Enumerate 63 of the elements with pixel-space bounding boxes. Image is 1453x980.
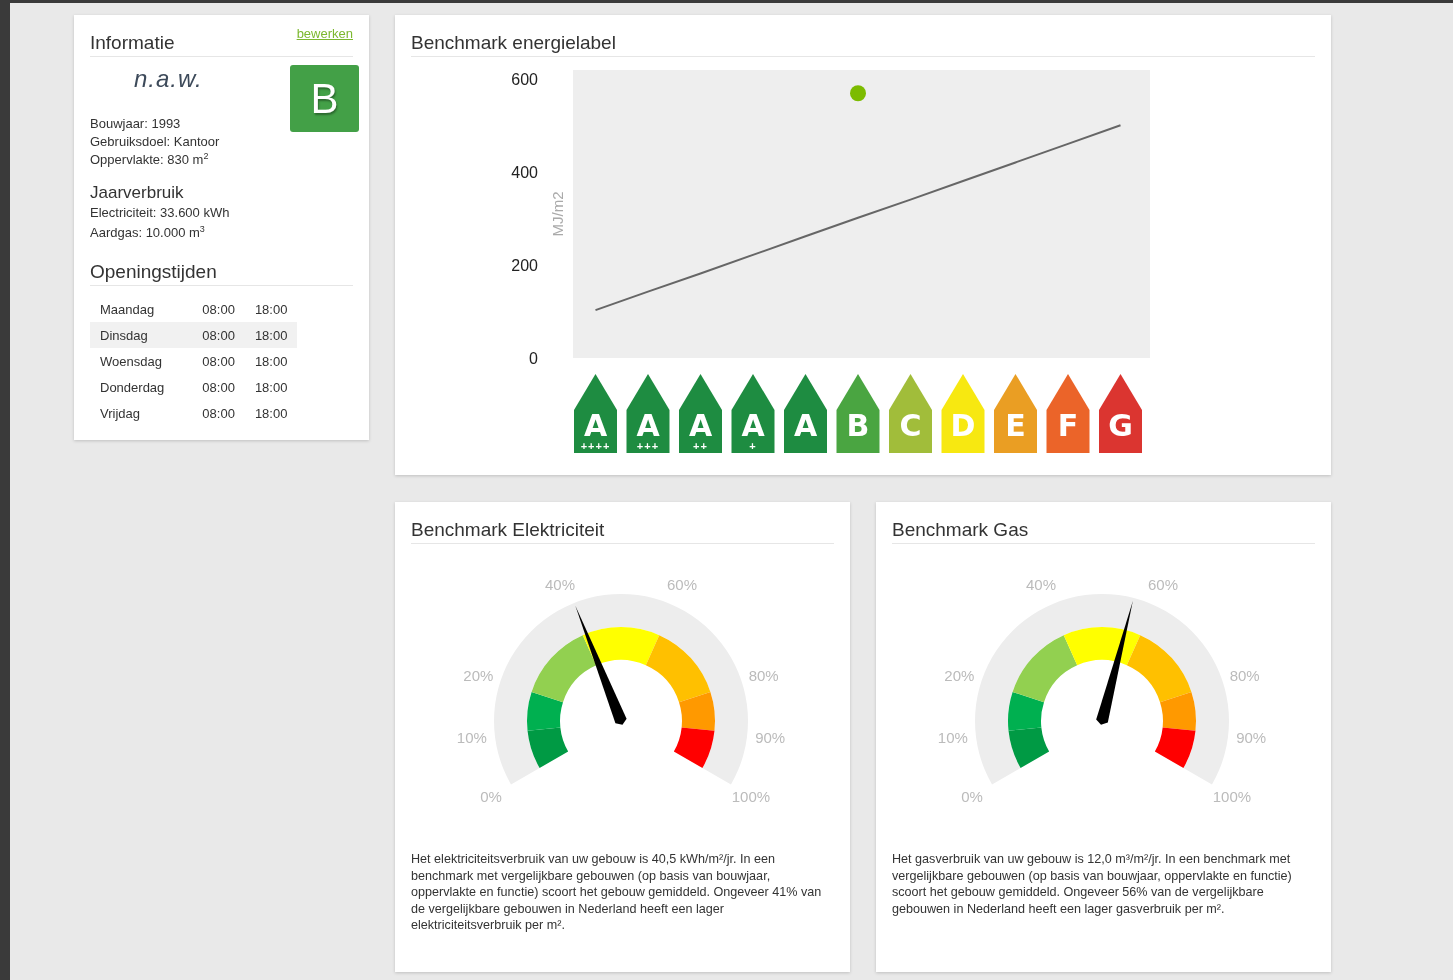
gauge-tick-label: 10% (937, 728, 968, 746)
time-cell: 18:00 (254, 327, 288, 343)
time-cell: 18:00 (254, 301, 288, 317)
energy-label-arrow: A (784, 374, 827, 453)
benchmark-description: Het gasverbruik van uw gebouw is 12,0 m³/m²/jr. In een benchmark met vergelijkbare gebouwen (op basis van bouwjaar, oppervlakte en functie) scoort het gebouw gemiddeld. Ongeveer 56% van de vergelijkbare gebouwen in Nederland heeft een lager gasverbruik per m². (892, 851, 1293, 918)
benchmark-description: Het elektriciteitsverbruik van uw gebouw is 40,5 kWh/m²/jr. In een benchmark met vergelijkbare gebouwen (op basis van bouwjaar, oppervlakte en functie) scoort het gebouw gemiddeld. Ongeveer 41% van de vergelijkbare gebouwen in Nederland heeft een lager elektriciteitsverbruik per m². (411, 851, 823, 934)
energy-label-arrow: D (941, 374, 985, 453)
usage-text: Aardgas: 10.000 m$^{3}$ (90, 223, 205, 242)
edit-link[interactable]: bewerken (296, 26, 353, 41)
energy-label-arrow: A +++ (626, 374, 670, 453)
day-cell: Dinsdag (100, 327, 148, 343)
detail-text: Oppervlakte: 830 m$^{2}$ (90, 151, 209, 169)
time-cell: 08:00 (202, 327, 235, 343)
card-title: Benchmark energielabel (411, 32, 616, 54)
energy-label-arrow: G (1099, 374, 1142, 453)
gauge-tick-label: 80% (748, 666, 779, 684)
gauge-tick-label: 40% (544, 575, 575, 593)
gauge-tick-label: 0% (480, 788, 502, 805)
time-cell: 08:00 (202, 301, 235, 317)
gauge-tick-label: 100% (1212, 788, 1252, 805)
energy-label-arrow: F (1046, 374, 1090, 453)
gauge-tick-label: 10% (456, 728, 487, 746)
time-cell: 18:00 (254, 353, 288, 369)
time-cell: 08:00 (202, 353, 235, 369)
time-cell: 08:00 (202, 405, 235, 421)
gauge-tick-label: 90% (1236, 728, 1267, 746)
section-title: Openingstijden (90, 261, 353, 286)
energy-label-arrow: B (836, 374, 880, 453)
day-cell: Maandag (100, 301, 155, 317)
day-cell: Donderdag (100, 379, 165, 395)
gauge-tick-label: 60% (1148, 575, 1179, 593)
gauge-tick-label: 80% (1229, 666, 1260, 684)
energy-label-arrow: A + (731, 374, 775, 453)
day-cell: Woensdag (100, 353, 162, 369)
card-title: Benchmark Gas (892, 519, 1029, 541)
time-cell: 18:00 (254, 379, 288, 395)
axis-tick-label: 0 (529, 350, 538, 367)
gauge-tick-label: 20% (944, 666, 975, 684)
day-cell: Vrijdag (100, 405, 140, 421)
time-cell: 18:00 (254, 405, 288, 421)
energy-label-arrow: C (889, 374, 932, 453)
gauge-tick-label: 20% (463, 666, 494, 684)
card-title: Benchmark Elektriciteit (411, 519, 605, 541)
detail-text: Bouwjaar: 1993 (90, 115, 181, 133)
energy-label-arrow: E (994, 374, 1037, 453)
axis-tick-label: 400 (511, 164, 538, 182)
detail-text: Gebruiksdoel: Kantoor (90, 133, 220, 151)
card-title: Informatie (90, 32, 175, 54)
axis-title: MJ/m2 (549, 191, 566, 237)
gauge-tick-label: 100% (731, 788, 771, 805)
energy-label-arrow: A ++ (679, 374, 722, 453)
energy-label-arrow: A ++++ (574, 374, 617, 453)
naw-text: n.a.w. (134, 65, 203, 94)
gauge-tick-label: 40% (1025, 575, 1056, 593)
gauge-tick-label: 90% (755, 728, 786, 746)
gauge-tick-label: 60% (667, 575, 698, 593)
energy-label-badge: B (290, 65, 359, 132)
section-title: Jaarverbruik (90, 183, 185, 203)
usage-text: Electriciteit: 33.600 kWh (90, 204, 230, 222)
gauge-tick-label: 0% (961, 788, 983, 805)
axis-tick-label: 600 (511, 71, 538, 89)
time-cell: 08:00 (202, 379, 235, 395)
axis-tick-label: 200 (511, 257, 538, 275)
